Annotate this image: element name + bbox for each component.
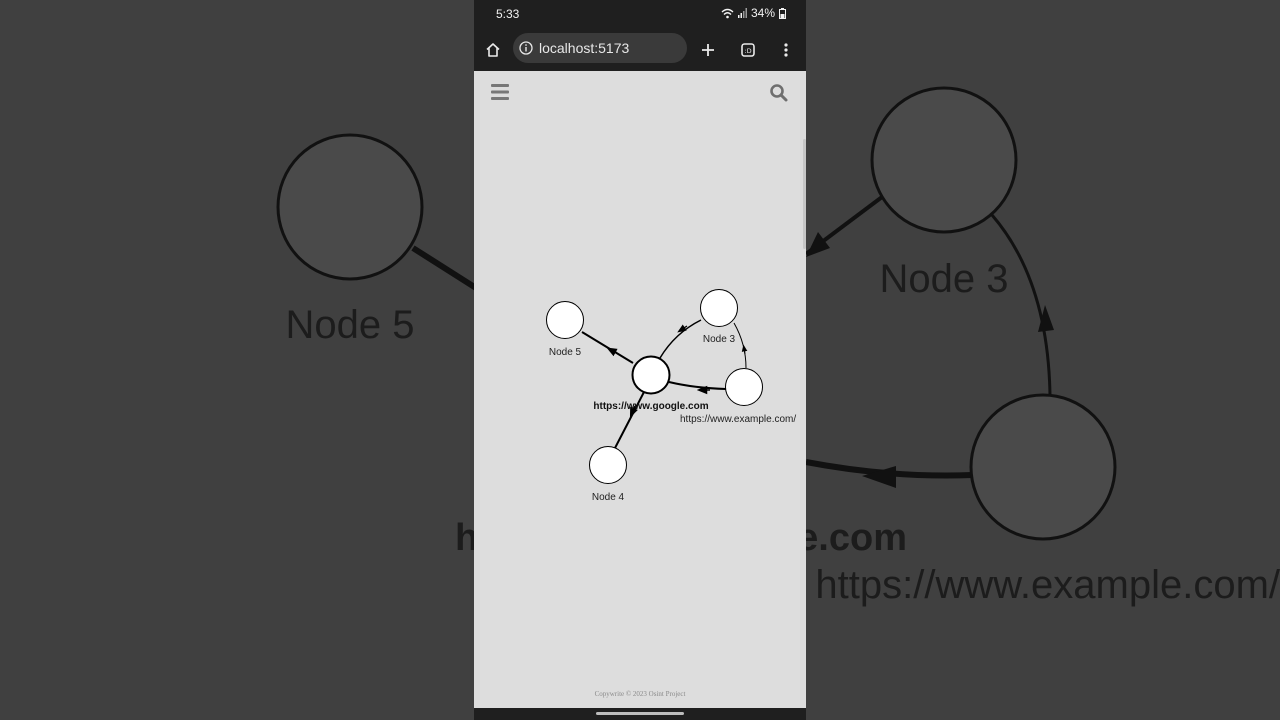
backdrop-node5-label: Node 5 xyxy=(286,303,415,347)
node-label-node3: Node 3 xyxy=(703,334,736,345)
info-icon[interactable] xyxy=(519,41,533,55)
url-text: localhost:5173 xyxy=(539,40,630,56)
backdrop-node3-label: Node 3 xyxy=(880,257,1009,301)
more-options-button[interactable] xyxy=(772,36,800,64)
gesture-handle[interactable] xyxy=(596,712,684,715)
tab-switcher-icon: :D xyxy=(741,43,755,57)
system-navigation-bar xyxy=(474,708,806,720)
web-page: Node 5 Node 3 https://www.google.com htt… xyxy=(474,71,806,708)
backdrop-example-label: https://www.example.com/ xyxy=(815,563,1280,607)
status-bar: 5:33 34% xyxy=(474,0,806,28)
wifi-icon xyxy=(721,8,734,18)
browser-toolbar: localhost:5173 :D xyxy=(474,28,806,71)
battery-icon xyxy=(779,7,786,19)
search-icon xyxy=(770,84,788,102)
edge-google-to-node3 xyxy=(659,319,702,359)
home-icon xyxy=(486,43,500,57)
battery-percent: 34% xyxy=(750,6,775,20)
status-indicators: 34% xyxy=(721,6,786,20)
node-label-google: https://www.google.com xyxy=(593,401,708,412)
node-label-node4: Node 4 xyxy=(592,492,625,503)
phone-screen: 5:33 34% localhost:5173:D Node 5 Node 3… xyxy=(474,0,806,720)
node-node4[interactable] xyxy=(589,446,627,484)
menu-button[interactable] xyxy=(489,81,511,103)
more-vert-icon xyxy=(784,43,788,57)
home-button[interactable] xyxy=(479,36,507,64)
edge-example-to-node3 xyxy=(733,322,747,369)
status-time: 5:33 xyxy=(496,7,520,21)
network-graph[interactable]: Node 5 Node 3 https://www.google.com htt… xyxy=(474,71,806,708)
node-example[interactable] xyxy=(725,368,763,406)
signal-icon xyxy=(737,8,747,18)
edge-google-to-node5 xyxy=(581,331,634,364)
node-label-node5: Node 5 xyxy=(549,347,582,358)
backdrop-google-label-right: e.com xyxy=(797,517,907,559)
node-node3[interactable] xyxy=(700,289,738,327)
footer-copyright: Copywrite © 2023 Osint Project xyxy=(594,690,686,698)
tab-switcher-button[interactable]: :D xyxy=(734,36,762,64)
address-bar[interactable]: localhost:5173 xyxy=(513,33,687,63)
plus-icon xyxy=(702,44,714,56)
search-button[interactable] xyxy=(769,83,791,105)
hamburger-icon xyxy=(491,84,509,100)
edge-example-to-google xyxy=(668,381,727,390)
node-google[interactable] xyxy=(631,355,671,395)
node-label-example: https://www.example.com/ xyxy=(680,414,796,425)
new-tab-button[interactable] xyxy=(694,36,722,64)
node-node5[interactable] xyxy=(546,301,584,339)
scrollbar[interactable] xyxy=(803,139,806,249)
svg-text::D: :D xyxy=(744,47,751,55)
edge-arrow-google-node5 xyxy=(606,347,621,357)
edge-arrow-example-node3 xyxy=(741,344,748,355)
